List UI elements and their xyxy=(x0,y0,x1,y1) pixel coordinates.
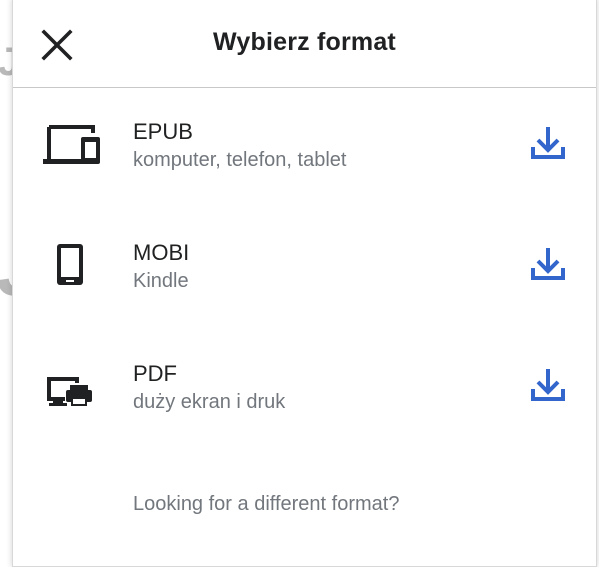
format-name: EPUB xyxy=(133,119,193,144)
download-button-mobi[interactable] xyxy=(525,242,571,288)
laptop-phone-icon xyxy=(37,113,101,177)
format-name: MOBI xyxy=(133,240,190,265)
format-description: duży ekran i druk xyxy=(133,391,286,413)
format-description: komputer, telefon, tablet xyxy=(133,149,347,171)
download-button-pdf[interactable] xyxy=(525,363,571,409)
dialog-title: Wybierz format xyxy=(213,28,396,56)
tablet-icon xyxy=(37,234,101,298)
download-button-epub[interactable] xyxy=(525,121,571,167)
format-option-epub[interactable]: EPUB komputer, telefon, tablet xyxy=(13,99,598,199)
format-option-pdf[interactable]: PDF duży ekran i druk xyxy=(13,341,598,441)
dialog-header: Wybierz format xyxy=(13,0,596,88)
format-option-mobi[interactable]: MOBI Kindle xyxy=(13,220,598,320)
download-icon xyxy=(531,127,565,159)
different-format-link[interactable]: Looking for a different format? xyxy=(133,493,399,516)
format-name: PDF xyxy=(133,361,177,386)
download-icon xyxy=(531,369,565,401)
format-description: Kindle xyxy=(133,270,189,292)
monitor-printer-icon xyxy=(37,355,101,419)
format-dialog: Wybierz format EPUB komputer, telefon, t… xyxy=(12,0,597,567)
download-icon xyxy=(531,248,565,280)
